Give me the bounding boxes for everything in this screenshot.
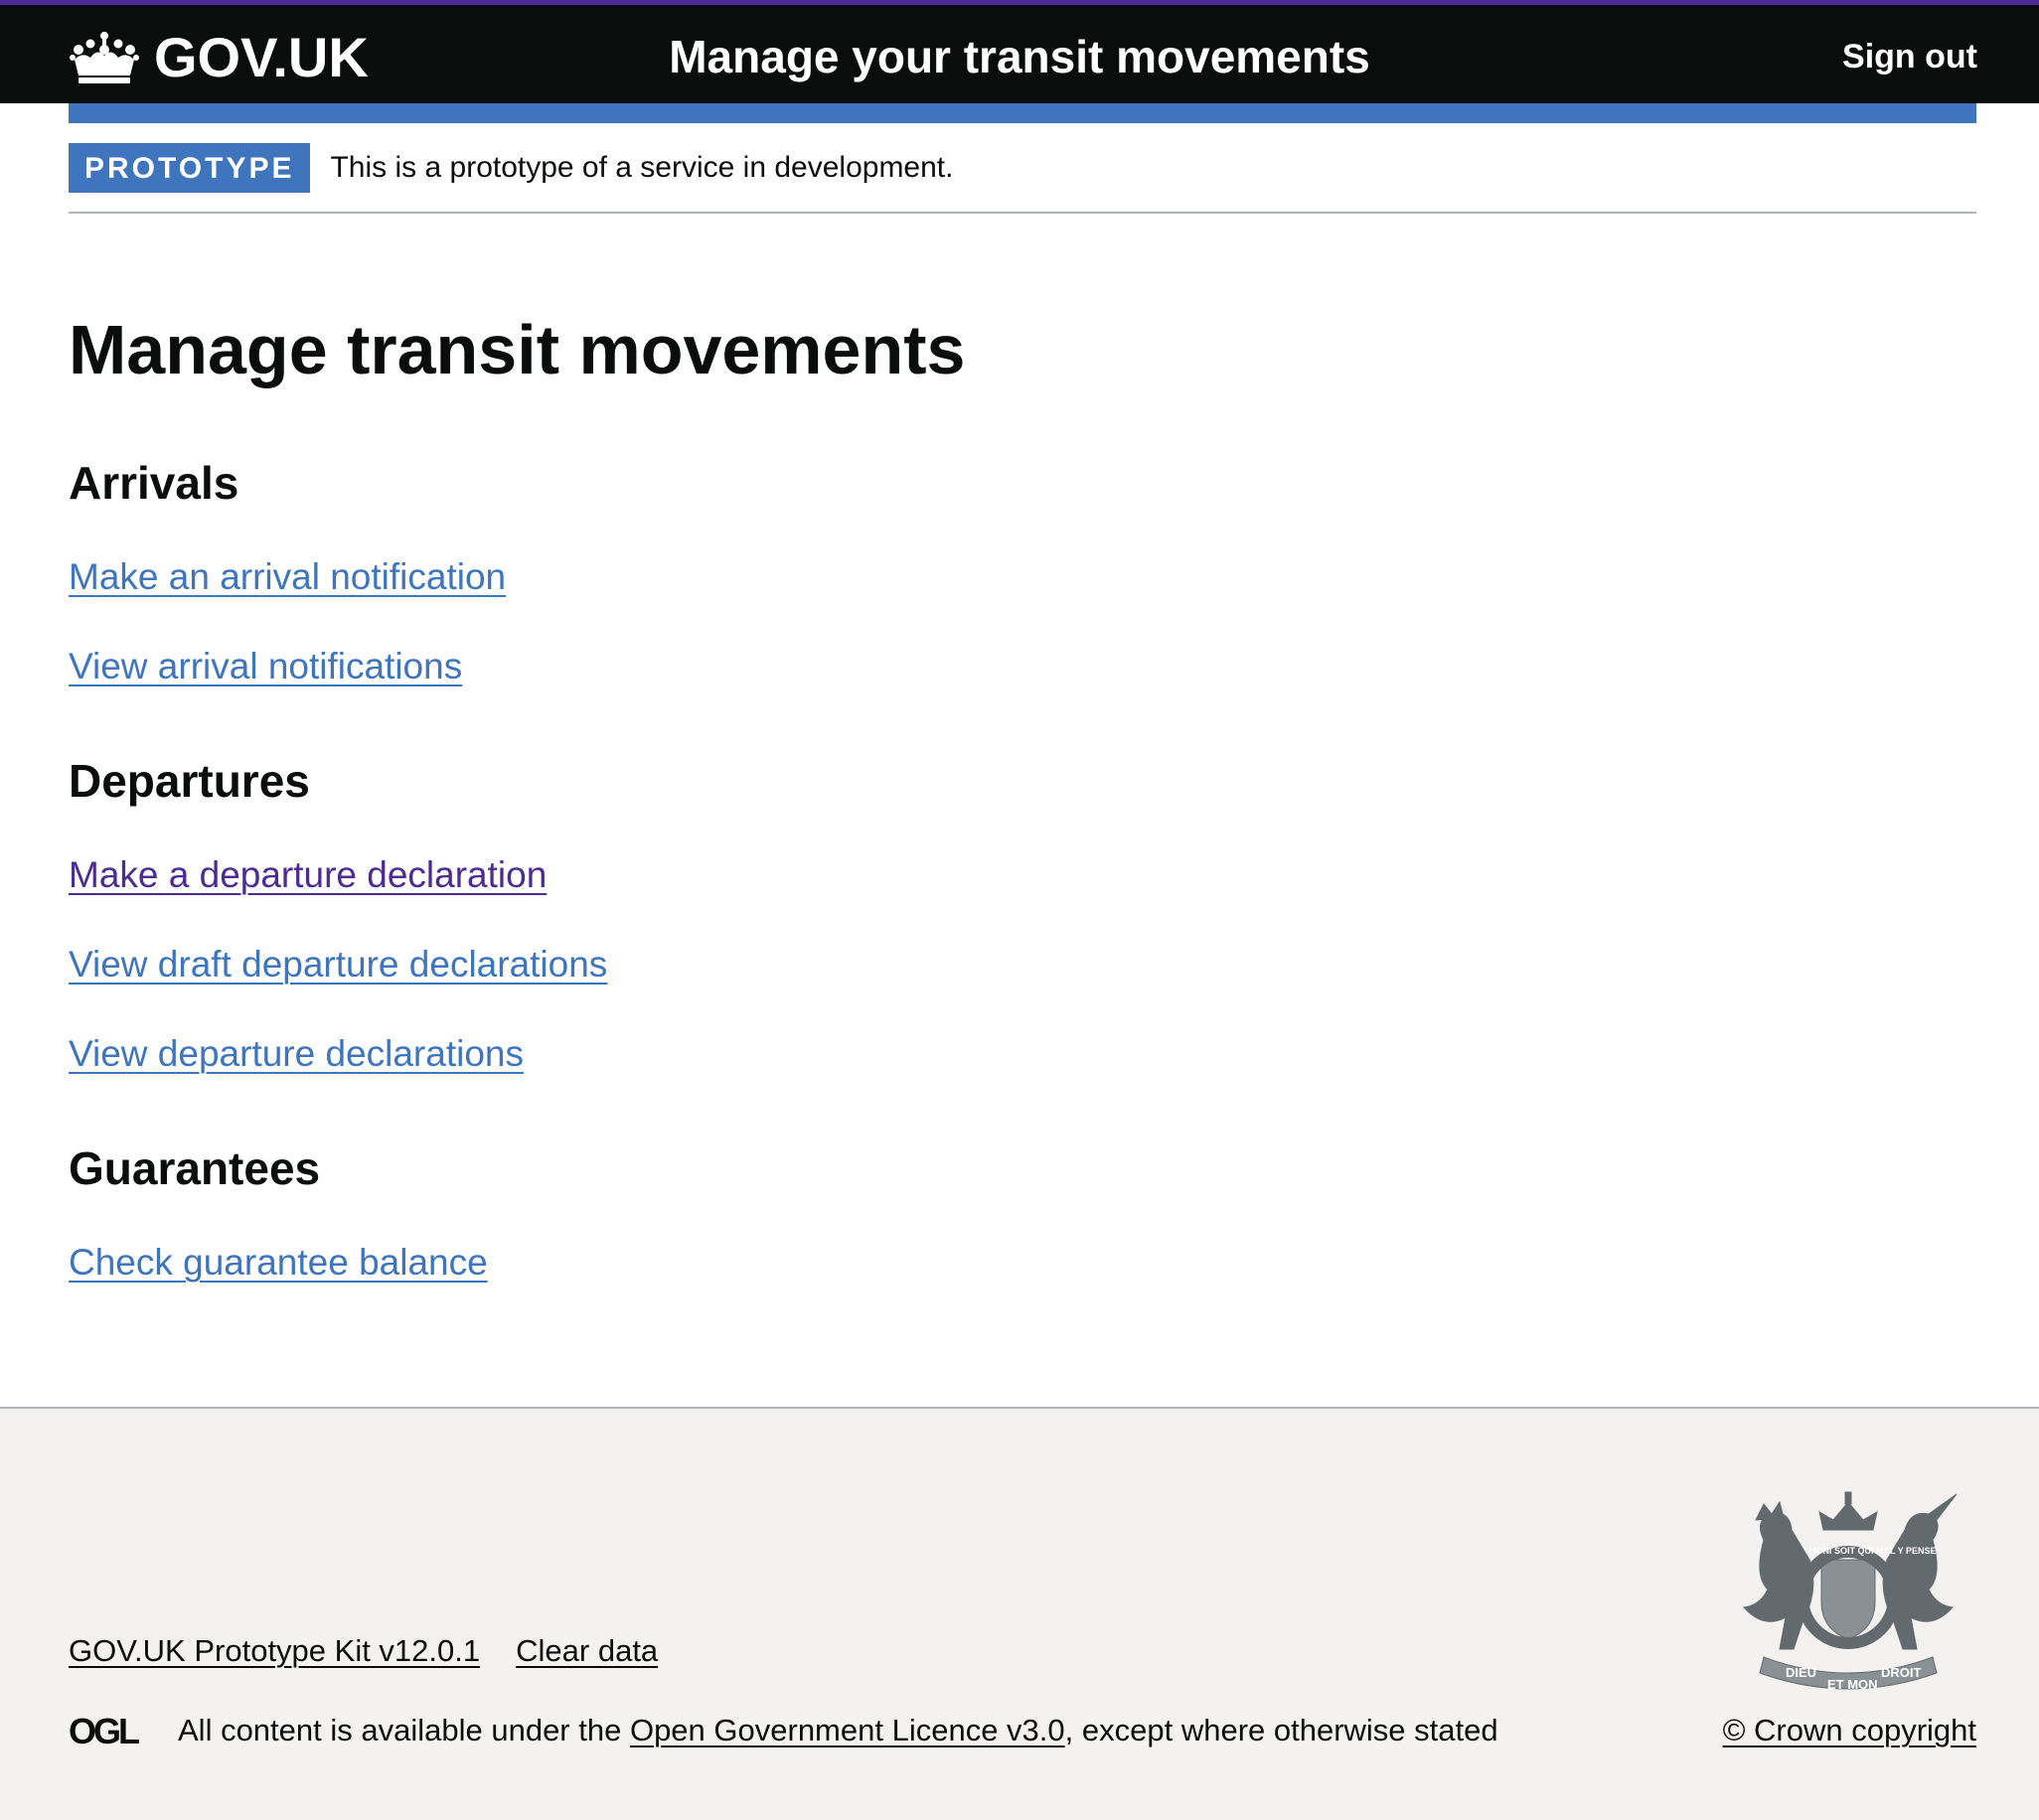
site-footer: GOV.UK Prototype Kit v12.0.1 Clear data … bbox=[0, 1407, 2039, 1820]
gov-uk-logo-link[interactable]: GOV.UK bbox=[69, 23, 369, 92]
open-government-licence-link[interactable]: Open Government Licence v3.0 bbox=[630, 1711, 1065, 1750]
licence-text-suffix: , except where otherwise stated bbox=[1064, 1713, 1498, 1747]
ogl-icon: OGL bbox=[69, 1714, 142, 1747]
licence-text-prefix: All content is available under the bbox=[178, 1713, 630, 1747]
gov-uk-logo-text: GOV.UK bbox=[154, 26, 369, 88]
crest-motto-et-mon: ET MON bbox=[1827, 1677, 1878, 1692]
guarantees-heading: Guarantees bbox=[69, 1142, 321, 1194]
view-departure-declarations-link[interactable]: View departure declarations bbox=[69, 1031, 524, 1077]
crest-motto-dieu: DIEU bbox=[1786, 1665, 1816, 1680]
crown-icon bbox=[70, 32, 139, 83]
footer-meta-links: GOV.UK Prototype Kit v12.0.1 Clear data bbox=[69, 1631, 658, 1671]
view-arrival-notifications-link[interactable]: View arrival notifications bbox=[69, 644, 462, 689]
crest-motto-droit: DROIT bbox=[1881, 1665, 1922, 1680]
licence-row: OGL All content is available under the O… bbox=[69, 1711, 1498, 1750]
view-draft-departure-declarations-link[interactable]: View draft departure declarations bbox=[69, 942, 607, 987]
crest-garter-motto: HONI SOIT QUI MAL Y PENSE bbox=[1809, 1546, 1937, 1556]
prototype-kit-version-link[interactable]: GOV.UK Prototype Kit v12.0.1 bbox=[69, 1631, 480, 1671]
clear-data-link[interactable]: Clear data bbox=[516, 1631, 658, 1671]
make-arrival-notification-link[interactable]: Make an arrival notification bbox=[69, 554, 506, 600]
page-title: Manage transit movements bbox=[69, 311, 966, 388]
royal-coat-of-arms-icon: DIEU ET MON DROIT HONI SOIT QUI MAL Y PE… bbox=[1742, 1491, 1958, 1692]
crown-copyright-link[interactable]: © Crown copyright bbox=[1723, 1711, 1976, 1750]
check-guarantee-balance-link[interactable]: Check guarantee balance bbox=[69, 1240, 488, 1286]
arrivals-heading: Arrivals bbox=[69, 457, 239, 509]
phase-banner: PROTOTYPE This is a prototype of a servi… bbox=[69, 123, 1976, 214]
ogl-logo-text: OGL bbox=[69, 1714, 139, 1747]
make-departure-declaration-link[interactable]: Make a departure declaration bbox=[69, 852, 547, 898]
header-blue-underline bbox=[69, 103, 1976, 123]
site-header: GOV.UK Manage your transit movements Sig… bbox=[0, 0, 2039, 103]
departures-heading: Departures bbox=[69, 755, 310, 807]
service-name-link[interactable]: Manage your transit movements bbox=[669, 31, 1370, 82]
phase-tag: PROTOTYPE bbox=[69, 142, 311, 193]
sign-out-link[interactable]: Sign out bbox=[1842, 35, 1977, 78]
phase-banner-text: This is a prototype of a service in deve… bbox=[330, 150, 954, 184]
